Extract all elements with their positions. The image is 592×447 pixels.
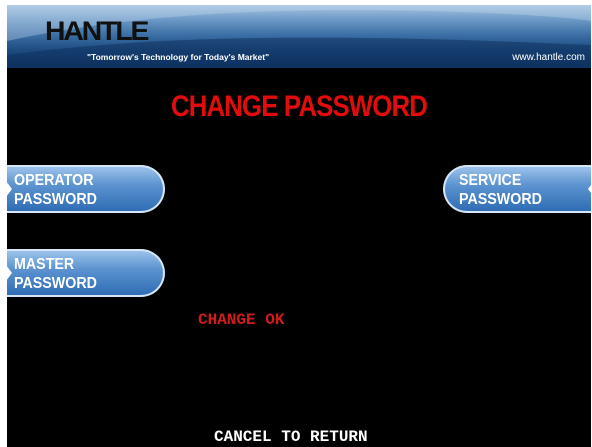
hantle-logo: HANTLE xyxy=(45,16,149,46)
atm-display: HANTLE "Tomorrow's Technology for Today'… xyxy=(7,5,591,447)
left-arrow-icon xyxy=(7,181,12,197)
master-password-button[interactable]: MASTER PASSWORD xyxy=(7,249,165,297)
left-arrow-icon xyxy=(7,265,12,281)
operator-password-button[interactable]: OPERATOR PASSWORD xyxy=(7,165,165,213)
master-password-label: MASTER PASSWORD xyxy=(14,256,97,292)
right-arrow-icon xyxy=(588,181,591,197)
page-title: CHANGE PASSWORD xyxy=(170,90,428,123)
website-url: www.hantle.com xyxy=(512,52,585,63)
service-password-button[interactable]: SERVICE PASSWORD xyxy=(443,165,591,213)
screen: HANTLE "Tomorrow's Technology for Today'… xyxy=(0,0,592,447)
status-message: CHANGE OK xyxy=(198,311,285,329)
service-password-label: SERVICE PASSWORD xyxy=(459,172,542,208)
header-banner: HANTLE "Tomorrow's Technology for Today'… xyxy=(7,5,591,68)
tagline: "Tomorrow's Technology for Today's Marke… xyxy=(87,52,270,62)
operator-password-label: OPERATOR PASSWORD xyxy=(14,172,97,208)
cancel-instruction: CANCEL TO RETURN xyxy=(214,428,368,446)
